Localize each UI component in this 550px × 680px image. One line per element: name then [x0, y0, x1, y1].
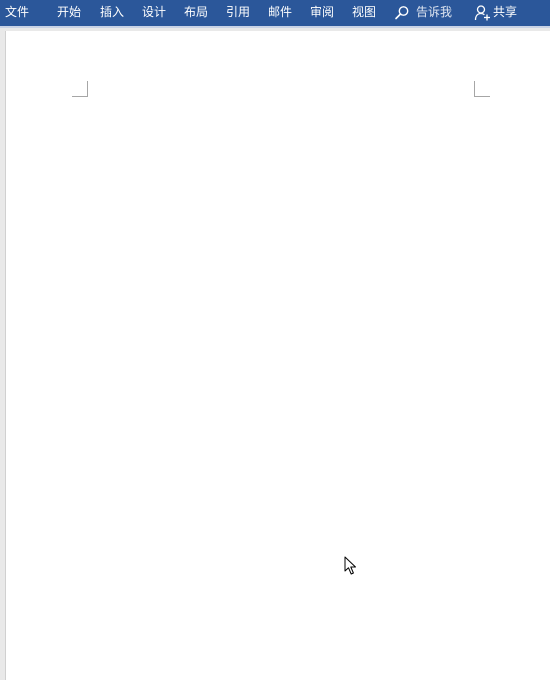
tab-mailings[interactable]: 邮件: [268, 0, 292, 26]
margin-corner-top-left: [72, 81, 88, 97]
tab-view[interactable]: 视图: [352, 0, 376, 26]
word-window: 文件 开始 插入 设计 布局 引用 邮件 审阅 视图 告诉我 共享: [0, 0, 550, 680]
search-icon: [395, 6, 409, 20]
tab-review[interactable]: 审阅: [310, 0, 334, 26]
tab-file[interactable]: 文件: [5, 0, 29, 26]
ribbon-tab-bar: 文件 开始 插入 设计 布局 引用 邮件 审阅 视图 告诉我 共享: [0, 0, 550, 26]
tab-references[interactable]: 引用: [226, 0, 250, 26]
tell-me-label: 告诉我: [416, 5, 453, 19]
tab-home[interactable]: 开始: [57, 0, 81, 26]
tab-design[interactable]: 设计: [142, 0, 166, 26]
mouse-pointer-icon: [344, 556, 356, 575]
margin-corner-top-right: [474, 81, 490, 97]
tab-layout[interactable]: 布局: [184, 0, 208, 26]
document-canvas[interactable]: [0, 28, 550, 680]
document-page[interactable]: [5, 31, 550, 680]
share-label: 共享: [493, 5, 518, 19]
person-add-icon: [474, 5, 490, 21]
tab-insert[interactable]: 插入: [100, 0, 124, 26]
